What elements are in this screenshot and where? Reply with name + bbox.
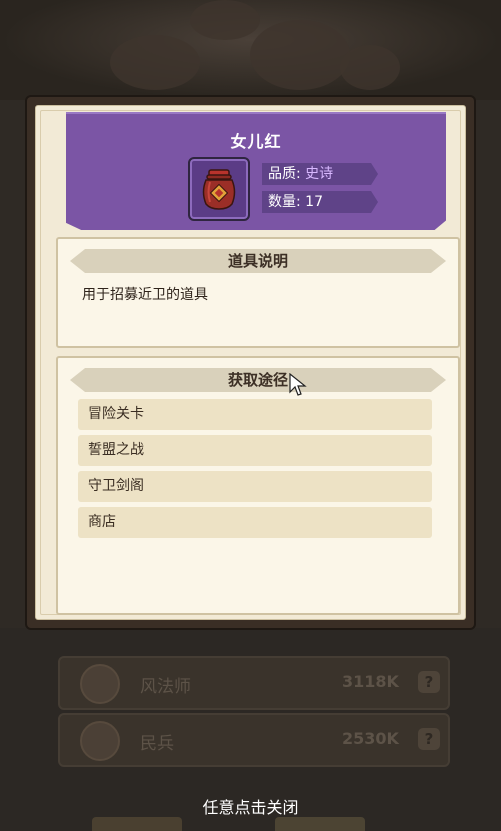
acquisition-panel: 获取途径 冒险关卡 誓盟之战 守卫剑阁 商店 bbox=[56, 356, 460, 615]
description-panel: 道具说明 用于招募近卫的道具 bbox=[56, 237, 460, 348]
quality-label: 品质: bbox=[268, 166, 306, 182]
background-figure bbox=[340, 45, 400, 90]
unit-power: 3118K bbox=[342, 672, 399, 691]
item-title: 女儿红 bbox=[230, 132, 282, 151]
wine-jar-icon bbox=[202, 169, 236, 210]
question-icon[interactable]: ? bbox=[418, 671, 440, 693]
item-header: 女儿红 品质: 史诗 数量: 17 bbox=[66, 112, 446, 230]
close-hint[interactable]: 任意点击关闭 bbox=[0, 794, 501, 818]
count-row: 数量: 17 bbox=[262, 191, 378, 213]
dialog-body: 女儿红 品质: 史诗 数量: 17 道具说明 用于招募近卫的道具 获取途径 冒险… bbox=[35, 105, 466, 620]
unit-power: 2530K bbox=[342, 729, 399, 748]
cursor-icon bbox=[289, 373, 307, 396]
description-text: 用于招募近卫的道具 bbox=[82, 287, 208, 303]
source-item-guard-pass[interactable]: 守卫剑阁 bbox=[78, 471, 432, 502]
description-heading: 道具说明 bbox=[70, 249, 446, 273]
background-figure bbox=[250, 20, 350, 90]
avatar bbox=[80, 721, 120, 761]
source-item-adventure[interactable]: 冒险关卡 bbox=[78, 399, 432, 430]
question-icon[interactable]: ? bbox=[418, 728, 440, 750]
bottom-button[interactable] bbox=[92, 817, 182, 831]
background-figure bbox=[110, 35, 200, 90]
quality-row: 品质: 史诗 bbox=[262, 163, 378, 185]
unit-name: 民兵 bbox=[140, 734, 174, 754]
background-art bbox=[0, 0, 501, 100]
source-item-shop[interactable]: 商店 bbox=[78, 507, 432, 538]
count-label: 数量: bbox=[268, 194, 306, 210]
background-row[interactable]: 风法师 3118K ? bbox=[58, 656, 450, 710]
avatar bbox=[80, 664, 120, 704]
quality-value: 史诗 bbox=[305, 166, 334, 182]
background-row[interactable]: 民兵 2530K ? bbox=[58, 713, 450, 767]
acquisition-heading: 获取途径 bbox=[70, 368, 446, 392]
item-info-dialog: 女儿红 品质: 史诗 数量: 17 道具说明 用于招募近卫的道具 获取途径 冒险… bbox=[27, 97, 474, 628]
item-icon-frame bbox=[188, 157, 250, 221]
bottom-button[interactable] bbox=[275, 817, 365, 831]
background-figure bbox=[190, 0, 260, 40]
unit-name: 风法师 bbox=[140, 677, 191, 697]
source-item-oath-battle[interactable]: 誓盟之战 bbox=[78, 435, 432, 466]
count-value: 17 bbox=[305, 194, 323, 210]
